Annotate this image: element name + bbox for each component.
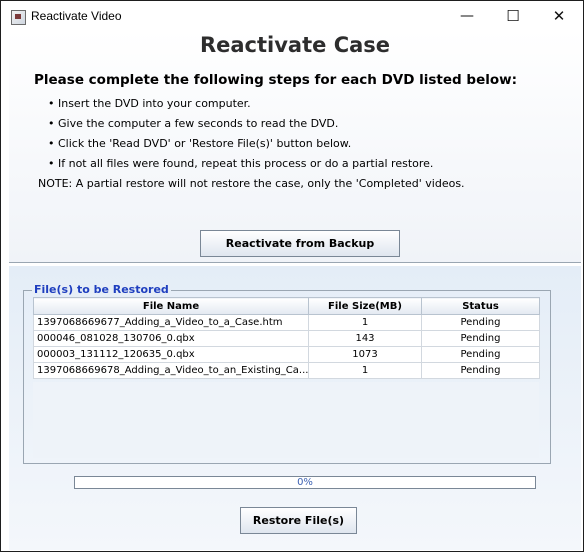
files-table: File Name File Size(MB) Status 139706866…	[33, 297, 540, 379]
page-title: Reactivate Case	[199, 33, 391, 57]
status-cell: Pending	[421, 314, 540, 331]
file-name-cell: 1397068669677_Adding_a_Video_to_a_Case.h…	[33, 314, 309, 331]
table-empty-area[interactable]	[33, 382, 539, 458]
close-button[interactable]: ✕	[536, 1, 582, 31]
maximize-button[interactable]: ☐	[490, 1, 536, 31]
column-header-status[interactable]: Status	[421, 297, 540, 315]
file-name-cell: 000003_131112_120635_0.qbx	[33, 346, 309, 363]
column-header-file-size[interactable]: File Size(MB)	[308, 297, 422, 315]
step-wait-read: • Give the computer a few seconds to rea…	[48, 117, 339, 130]
file-size-cell: 1	[308, 362, 422, 379]
status-cell: Pending	[421, 346, 540, 363]
partial-restore-note: NOTE: A partial restore will not restore…	[38, 177, 465, 190]
file-name-cell: 1397068669678_Adding_a_Video_to_an_Exist…	[33, 362, 309, 379]
progress-label: 0%	[297, 477, 313, 488]
instructions-heading: Please complete the following steps for …	[34, 72, 517, 88]
files-group-title: File(s) to be Restored	[32, 283, 171, 296]
file-size-cell: 143	[308, 330, 422, 347]
restore-progress-bar: 0%	[74, 476, 536, 489]
table-row[interactable]: 1397068669678_Adding_a_Video_to_an_Exist…	[33, 362, 540, 379]
app-icon	[11, 10, 26, 25]
reactivate-from-backup-button[interactable]: Reactivate from Backup	[200, 230, 400, 257]
status-cell: Pending	[421, 362, 540, 379]
column-header-file-name[interactable]: File Name	[33, 297, 309, 315]
file-size-cell: 1	[308, 314, 422, 331]
status-cell: Pending	[421, 330, 540, 347]
window-title: Reactivate Video	[31, 9, 122, 23]
restore-files-button[interactable]: Restore File(s)	[240, 507, 357, 534]
minimize-button[interactable]: —	[444, 1, 490, 31]
file-size-cell: 1073	[308, 346, 422, 363]
title-bar[interactable]: Reactivate Video — ☐ ✕	[1, 1, 583, 31]
file-name-cell: 000046_081028_130706_0.qbx	[33, 330, 309, 347]
table-row[interactable]: 000003_131112_120635_0.qbx 1073 Pending	[33, 346, 540, 363]
table-row[interactable]: 000046_081028_130706_0.qbx 143 Pending	[33, 330, 540, 347]
step-click-button: • Click the 'Read DVD' or 'Restore File(…	[48, 137, 352, 150]
step-repeat: • If not all files were found, repeat th…	[48, 157, 434, 170]
table-row[interactable]: 1397068669677_Adding_a_Video_to_a_Case.h…	[33, 314, 540, 331]
step-insert-dvd: • Insert the DVD into your computer.	[48, 97, 251, 110]
